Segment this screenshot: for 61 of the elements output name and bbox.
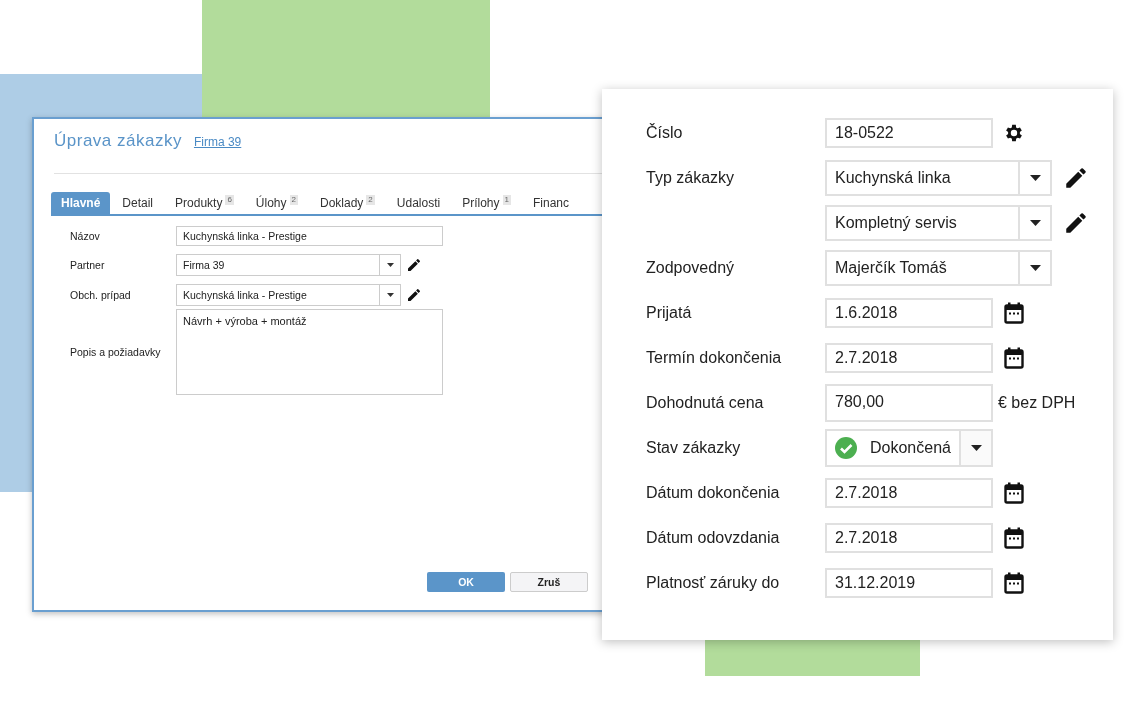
field-label: Číslo [646, 124, 683, 141]
calendar-icon[interactable] [1004, 572, 1024, 594]
date-field[interactable]: 1.6.2018 [825, 298, 993, 328]
dropdown-field[interactable]: Majerčík Tomáš [825, 250, 1052, 286]
edit-icon[interactable] [406, 287, 422, 303]
count-badge: 6 [225, 195, 234, 205]
calendar-icon[interactable] [1004, 347, 1024, 369]
settings-icon[interactable] [1003, 122, 1025, 144]
count-badge: 2 [366, 195, 375, 205]
dropdown-field[interactable]: Kuchynská linka - Prestige [176, 284, 401, 306]
dropdown-field[interactable]: Kuchynská linka [825, 160, 1052, 196]
edit-icon[interactable] [1063, 165, 1089, 191]
field-label: Dátum dokončenia [646, 484, 780, 501]
calendar-icon[interactable] [1004, 302, 1024, 324]
check-circle-icon [835, 437, 857, 459]
caret-icon [1029, 265, 1041, 271]
tab[interactable]: Produkty 6 [165, 192, 244, 214]
field-label: Prijatá [646, 304, 692, 321]
field-label: Platnosť záruky do [646, 574, 780, 591]
calendar-icon[interactable] [1004, 527, 1024, 549]
date-field[interactable]: 2.7.2018 [825, 523, 993, 553]
text-area[interactable]: Návrh + výroba + montáž [176, 309, 443, 395]
caret-icon [1029, 220, 1041, 226]
caret-icon [386, 293, 394, 297]
date-field[interactable]: 2.7.2018 [825, 343, 993, 373]
caret-icon [386, 263, 394, 267]
count-badge: 2 [289, 195, 298, 205]
status-dropdown[interactable]: Dokončená [825, 429, 993, 467]
tab[interactable]: Udalosti [386, 192, 451, 214]
tab[interactable]: Prílohy 1 [452, 192, 521, 214]
field-label: Typ zákazky [646, 169, 735, 186]
calendar-icon[interactable] [1004, 482, 1024, 504]
edit-icon[interactable] [406, 257, 422, 273]
dialog-title: Úprava zákazky [54, 131, 182, 151]
field-label: Dátum odovzdania [646, 529, 780, 546]
field-label: Zodpovedný [646, 259, 735, 276]
tab[interactable]: Doklady 2 [310, 192, 385, 214]
edit-icon[interactable] [1063, 210, 1089, 236]
field-label: Termín dokončenia [646, 349, 782, 366]
currency-label: € bez DPH [998, 394, 1076, 412]
field-label: Dohodnutá cena [646, 394, 764, 411]
field-label: Popis a požiadavky [70, 346, 162, 358]
text-field[interactable]: 18-0522 [825, 118, 993, 148]
tab[interactable]: Úlohy 2 [245, 192, 308, 214]
field-label: Stav zákazky [646, 439, 741, 456]
price-field[interactable]: 780,00 [825, 384, 993, 422]
field-label: Obch. prípad [70, 289, 132, 301]
caret-icon [970, 445, 982, 451]
tab[interactable]: Financ [523, 192, 579, 214]
dropdown-field[interactable]: Kompletný servis [825, 205, 1052, 241]
date-field[interactable]: 2.7.2018 [825, 478, 993, 508]
dropdown-field[interactable]: Firma 39 [176, 254, 401, 276]
cancel-button[interactable]: Zruš [510, 572, 588, 592]
text-field[interactable]: Kuchynská linka - Prestige [176, 226, 443, 246]
partner-link[interactable]: Firma 39 [193, 135, 242, 149]
field-label: Partner [70, 259, 106, 271]
count-badge: 1 [502, 195, 511, 205]
field-label: Názov [70, 230, 101, 242]
date-field[interactable]: 31.12.2019 [825, 568, 993, 598]
caret-icon [1029, 175, 1041, 181]
tab[interactable]: Detail [112, 192, 164, 214]
